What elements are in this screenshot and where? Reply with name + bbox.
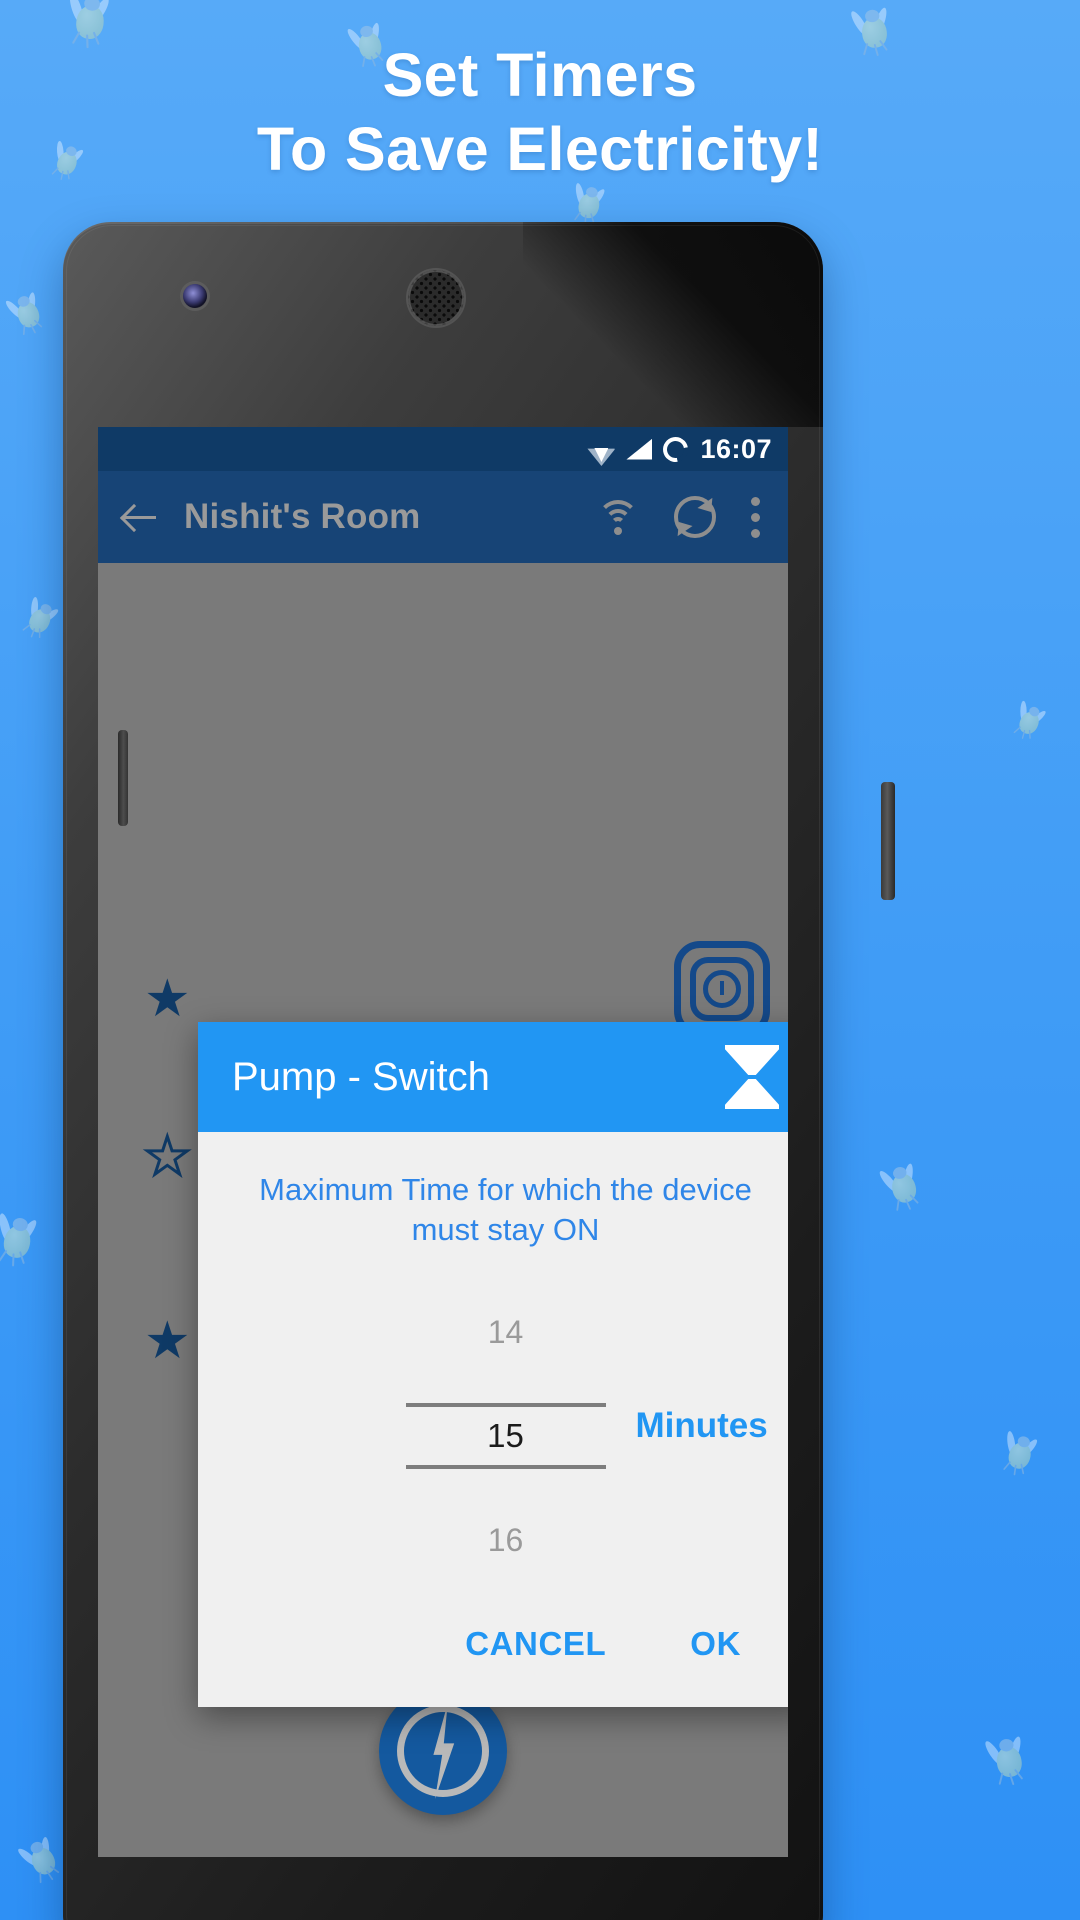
number-picker[interactable]: 14 15 16 Minutes (198, 1255, 788, 1597)
earpiece-speaker-icon (408, 270, 464, 326)
back-arrow-icon[interactable] (120, 497, 160, 537)
picker-previous-value[interactable]: 14 (488, 1303, 524, 1361)
app-bar: Nishit's Room (98, 471, 788, 563)
signal-icon (626, 438, 653, 460)
phone-screen-glare (523, 222, 823, 427)
phone-top-bezel (63, 222, 823, 427)
status-bar: 16:07 (98, 427, 788, 471)
battery-icon (658, 431, 694, 467)
overflow-menu-icon[interactable] (750, 496, 760, 538)
hourglass-icon (725, 1045, 779, 1109)
dialog-actions: CANCEL OK (198, 1597, 788, 1707)
phone-power-button (881, 782, 895, 900)
picker-next-value[interactable]: 16 (488, 1511, 524, 1569)
dialog-header: Pump - Switch (198, 1022, 788, 1132)
picker-divider-bottom (405, 1465, 606, 1470)
picker-selected-value[interactable]: 15 (487, 1407, 524, 1465)
picker-unit-label: Minutes (635, 1406, 768, 1446)
ok-button[interactable]: OK (690, 1625, 741, 1663)
phone-volume-button (118, 730, 128, 826)
dialog-title: Pump - Switch (232, 1054, 490, 1099)
page-title: Set Timers To Save Electricity! (0, 38, 1080, 187)
front-camera-icon (183, 284, 207, 308)
cancel-button[interactable]: CANCEL (465, 1625, 606, 1663)
headline-line-2: To Save Electricity! (256, 115, 824, 184)
headline-line-1: Set Timers (382, 41, 698, 109)
dialog-message: Maximum Time for which the device must s… (259, 1172, 752, 1247)
wifi-icon (587, 438, 616, 466)
status-bar-icons (587, 431, 694, 467)
app-bar-actions (596, 496, 766, 538)
app-bar-title: Nishit's Room (184, 497, 421, 536)
status-bar-clock: 16:07 (700, 433, 772, 464)
number-picker-column[interactable]: 14 15 16 (381, 1303, 631, 1569)
sync-icon[interactable] (674, 496, 716, 538)
wifi-icon[interactable] (596, 500, 640, 535)
phone-mockup: 16:07 Nishit's Room ★ ★ ★ Pump - Switch … (63, 222, 895, 1920)
timer-dialog: Pump - Switch Maximum Time for which the… (198, 1022, 788, 1708)
phone-screen: 16:07 Nishit's Room ★ ★ ★ Pump - Switch … (98, 427, 788, 1857)
